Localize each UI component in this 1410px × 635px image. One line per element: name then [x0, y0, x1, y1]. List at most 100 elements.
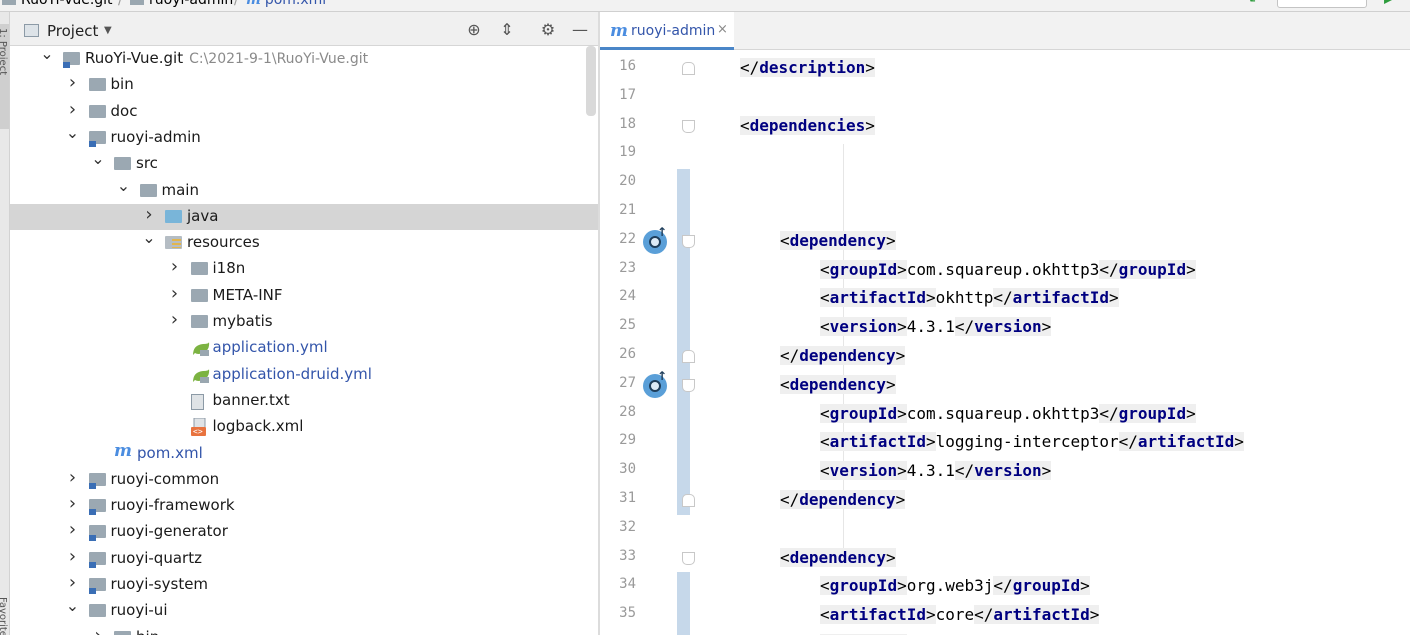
favorites-tool-label[interactable]: Favorites [0, 597, 8, 635]
fold-open-icon[interactable] [682, 234, 695, 248]
chevron-right-icon[interactable]: › [168, 256, 182, 277]
code-line[interactable]: <version> [820, 630, 907, 635]
editor-gutter[interactable]: 16 17 18 19 20 21 22 23 24 25 26 27 28 29 30 31 32 33 34 35… [600, 50, 695, 635]
tree-row-label: ruoyi-system [110, 575, 209, 593]
branch-selector[interactable]: dev ▼ [1277, 0, 1367, 8]
tag-name: artifactId [829, 605, 926, 625]
code-line[interactable]: <artifactId>okhttp</artifactId> [820, 284, 1119, 312]
tree-row[interactable]: › META-INF [10, 283, 598, 309]
code-line[interactable]: <dependency> [780, 544, 896, 572]
back-arrow-icon[interactable]: ↙ [1248, 0, 1261, 6]
tree-row[interactable]: ⌄ ruoyi-ui [10, 596, 598, 624]
folder-icon [2, 0, 16, 5]
minimize-icon[interactable]: — [570, 20, 590, 40]
chevron-down-icon[interactable]: ⌄ [91, 149, 105, 168]
chevron-right-icon[interactable]: › [66, 72, 80, 93]
code-line[interactable]: <dependency> [780, 371, 896, 399]
close-icon[interactable]: × [717, 22, 728, 37]
fold-open-icon[interactable] [682, 119, 695, 133]
code-line[interactable]: <dependency> [780, 227, 896, 255]
chevron-down-icon[interactable]: ⌄ [66, 123, 80, 142]
code-line[interactable]: </dependency> [780, 342, 906, 370]
tree-row[interactable]: › i18n [10, 256, 598, 282]
tree-row-label: src [136, 154, 158, 173]
tree-row[interactable]: banner.txt [10, 388, 598, 414]
code-line[interactable]: <groupId>com.squareup.okhttp3</groupId> [820, 256, 1196, 284]
chevron-right-icon[interactable]: › [91, 625, 105, 635]
tree-row[interactable]: application.yml [10, 335, 598, 361]
tree-row[interactable]: › bin [10, 72, 598, 98]
tree-row-label: ruoyi-framework [110, 496, 235, 515]
tree-row-label: ruoyi-ui [110, 601, 168, 620]
code-line[interactable]: <groupId>com.squareup.okhttp3</groupId> [820, 400, 1196, 428]
tag-bracket: < [820, 403, 830, 423]
chevron-right-icon[interactable]: › [66, 467, 80, 488]
code-line[interactable]: <version>4.3.1</version> [820, 313, 1052, 341]
override-marker-icon[interactable] [643, 369, 667, 398]
locate-icon[interactable]: ⊕ [464, 20, 484, 40]
module-folder-icon [88, 578, 106, 594]
chevron-right-icon[interactable]: › [66, 519, 80, 540]
chevron-down-icon[interactable]: ⌄ [117, 176, 131, 195]
chevron-right-icon[interactable]: › [168, 309, 182, 330]
tree-row[interactable]: › doc [10, 99, 598, 125]
code-line[interactable]: </dependency> [780, 486, 906, 514]
tag-name: version [974, 461, 1042, 481]
chevron-down-icon[interactable]: ⌄ [40, 46, 54, 63]
fold-open-icon[interactable] [682, 551, 695, 565]
run-icon[interactable]: ▶ [1384, 0, 1396, 6]
code-area[interactable]: </description> <dependencies> <dependency>… [700, 50, 1410, 635]
fold-open-icon[interactable] [682, 378, 695, 392]
tree-scrollbar[interactable] [586, 46, 596, 116]
tag-bracket: > [897, 576, 907, 596]
tree-row[interactable]: › ruoyi-framework [10, 493, 598, 519]
chevron-right-icon[interactable]: › [66, 493, 80, 514]
tree-row[interactable]: <> logback.xml [10, 414, 598, 440]
tree-row[interactable]: application-druid.yml [10, 362, 598, 388]
line-number: 18 [619, 115, 636, 132]
tree-row[interactable]: › ruoyi-common [10, 467, 598, 493]
code-line[interactable]: <artifactId>core</artifactId> [820, 601, 1100, 629]
chevron-right-icon[interactable]: › [66, 99, 80, 120]
vcs-change-marker[interactable] [677, 572, 690, 635]
breadcrumb-project[interactable]: RuoYi-Vue.git [2, 0, 113, 8]
chevron-right-icon[interactable]: › [66, 546, 80, 567]
gear-icon[interactable]: ⚙ [538, 20, 558, 40]
line-number: 17 [619, 86, 636, 103]
chevron-right-icon[interactable]: › [142, 204, 156, 225]
tree-row[interactable]: ⌄ src [10, 149, 598, 177]
tree-row[interactable]: › ruoyi-quartz [10, 546, 598, 572]
tree-row[interactable]: › ruoyi-generator [10, 519, 598, 545]
chevron-down-icon[interactable]: ⌄ [66, 596, 80, 615]
collapse-all-icon[interactable]: ⇕ [497, 20, 517, 40]
tree-row[interactable]: ⌄ main [10, 176, 598, 204]
tree-row-label: ruoyi-common [110, 469, 220, 488]
tree-row[interactable]: › mybatis [10, 309, 598, 335]
tree-row[interactable]: › java [10, 203, 598, 230]
code-line[interactable]: <groupId>org.web3j</groupId> [820, 572, 1090, 600]
code-line[interactable]: </description> [740, 54, 875, 82]
override-marker-icon[interactable] [643, 225, 667, 254]
breadcrumb-file[interactable]: m pom.xml [246, 0, 326, 8]
fold-close-icon[interactable] [682, 350, 695, 363]
chevron-down-icon[interactable]: ⌄ [142, 228, 156, 247]
tree-row[interactable]: › bin [10, 625, 598, 635]
fold-close-icon[interactable] [682, 62, 695, 75]
tree-row[interactable]: › ruoyi-system [10, 572, 598, 598]
tab-ruoyi-admin[interactable]: m ruoyi-admin × [600, 12, 734, 50]
chevron-right-icon[interactable]: › [168, 283, 182, 304]
tag-value: logging-interceptor [935, 432, 1119, 452]
tree-row[interactable]: m pom.xml [10, 441, 598, 467]
tree-row[interactable]: ⌄ ruoyi-admin [10, 123, 598, 151]
vcs-change-marker[interactable] [677, 169, 690, 515]
chevron-right-icon[interactable]: › [66, 572, 80, 593]
chevron-down-icon[interactable]: ▼ [104, 25, 112, 36]
breadcrumb-module[interactable]: ruoyi-admin [130, 0, 233, 8]
code-line[interactable]: <version>4.3.1</version> [820, 457, 1052, 485]
code-line[interactable]: <dependencies> [740, 112, 875, 140]
fold-close-icon[interactable] [682, 494, 695, 507]
tree-row[interactable]: ⌄ resources [10, 228, 598, 256]
code-line[interactable]: <artifactId>logging-interceptor</artifac… [820, 428, 1244, 456]
project-view-selector[interactable]: Project [47, 22, 98, 40]
tree-row[interactable]: ⌄ RuoYi-Vue.git C:\2021-9-1\RuoYi-Vue.git [10, 46, 598, 72]
